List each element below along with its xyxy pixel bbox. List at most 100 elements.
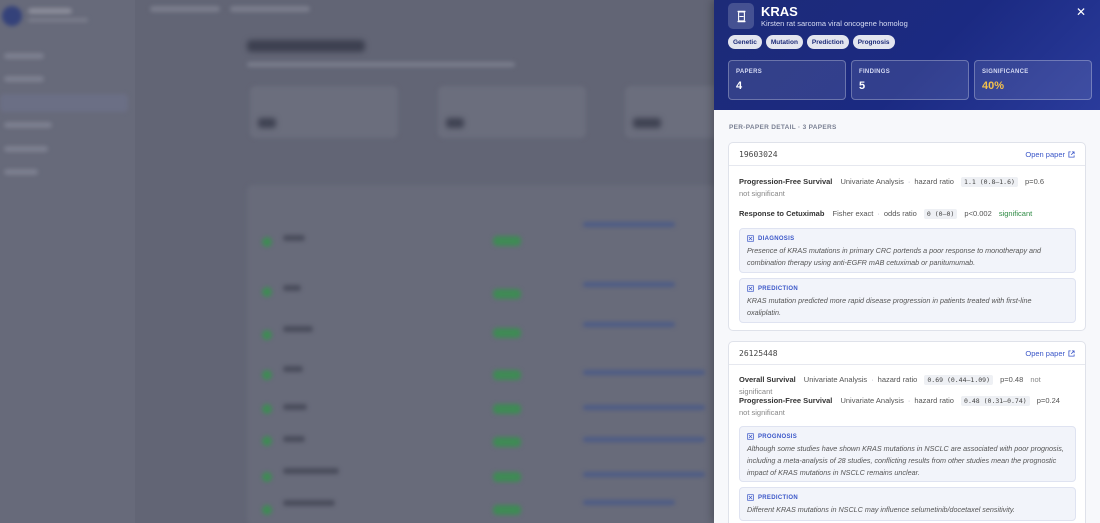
background-row-pill (493, 437, 521, 447)
finding-type: PROGNOSIS (758, 433, 798, 440)
sparkle-icon (747, 494, 754, 501)
background-row-pill (493, 404, 521, 414)
result-outcome: Overall Survival (739, 375, 796, 384)
background-stat-value (633, 118, 661, 128)
background-logo (2, 6, 22, 26)
section-title: PER-PAPER DETAIL · 3 PAPERS (729, 124, 837, 131)
stat-card-significance: SIGNIFICANCE 40% (974, 60, 1092, 100)
result-row: Progression-Free Survival Univariate Ana… (739, 176, 1075, 200)
paper-id: 26125448 (739, 349, 778, 358)
background-nav-item (4, 122, 52, 128)
background-row-pill (493, 289, 521, 299)
background-row-text (283, 500, 335, 506)
close-button[interactable]: ✕ (1074, 5, 1088, 19)
stat-label: PAPERS (736, 69, 763, 75)
result-outcome: Progression-Free Survival (739, 177, 833, 186)
background-app (0, 0, 714, 523)
background-row-text (283, 326, 313, 332)
background-row-dot (262, 330, 272, 340)
result-significance: not significant (739, 408, 785, 417)
background-main (135, 0, 714, 523)
background-nav-item (4, 169, 38, 175)
paper-header: 19603024 Open paper (729, 143, 1085, 166)
stat-value: 4 (736, 80, 743, 92)
background-nav-item (4, 146, 48, 152)
external-link-icon[interactable] (1068, 151, 1075, 158)
gene-detail-panel: KRAS Kirsten rat sarcoma viral oncogene … (714, 0, 1100, 523)
gene-name: Kirsten rat sarcoma viral oncogene homol… (761, 19, 908, 28)
finding-type: PREDICTION (758, 494, 799, 501)
background-row-dot (262, 436, 272, 446)
result-row: Response to Cetuximab Fisher exact · odds … (739, 208, 1075, 220)
background-row-pill (493, 472, 521, 482)
background-row-text (283, 468, 339, 474)
hourglass-icon (728, 3, 754, 29)
background-page-title (247, 40, 365, 52)
background-row-text (283, 285, 301, 291)
result-p-value: p=0.24 (1036, 396, 1060, 405)
result-significance: significant (998, 209, 1033, 218)
background-row-link (583, 370, 705, 375)
result-ci: 1.1 (0.8–1.6) (961, 177, 1018, 187)
panel-header: KRAS Kirsten rat sarcoma viral oncogene … (714, 0, 1100, 110)
stat-label: FINDINGS (859, 69, 891, 75)
finding-text: Presence of KRAS mutations in primary CR… (747, 246, 1042, 267)
finding-card: PREDICTION KRAS mutation predicted more … (739, 278, 1076, 323)
background-row-pill (493, 236, 521, 246)
open-paper-label[interactable]: Open paper (1025, 150, 1065, 159)
paper-id: 19603024 (739, 150, 778, 159)
sparkle-icon (747, 235, 754, 242)
result-method: Univariate Analysis (840, 177, 904, 186)
result-outcome: Progression-Free Survival (739, 396, 833, 405)
background-row-dot (262, 472, 272, 482)
background-row-link (583, 437, 705, 442)
finding-text: Different KRAS mutations in NSCLC may in… (747, 505, 1015, 514)
result-method: Univariate Analysis (840, 396, 904, 405)
tag-prediction: Prediction (806, 35, 849, 49)
finding-type: PREDICTION (758, 285, 799, 292)
background-row-pill (493, 370, 521, 380)
background-stat-card (438, 86, 586, 138)
background-row-pill (493, 328, 521, 338)
background-stat-value (446, 118, 464, 128)
finding-card: PREDICTION Different KRAS mutations in N… (739, 487, 1076, 521)
stat-card-findings: FINDINGS 5 (851, 60, 969, 100)
sparkle-icon (747, 285, 754, 292)
background-nav-item (4, 76, 44, 82)
background-row-link (583, 282, 675, 287)
background-row-text (283, 436, 305, 442)
result-significance: not significant (739, 189, 785, 198)
result-metric: hazard ratio (914, 396, 954, 405)
stat-label: SIGNIFICANCE (982, 69, 1029, 75)
paper-header: 26125448 Open paper (729, 342, 1085, 365)
finding-text: KRAS mutation predicted more rapid disea… (747, 296, 1032, 317)
background-row-dot (262, 237, 272, 247)
separator: · (871, 375, 874, 384)
external-link-icon[interactable] (1068, 350, 1075, 357)
close-icon[interactable]: ✕ (1076, 5, 1086, 19)
background-row-dot (262, 404, 272, 414)
tag-prognosis: Prognosis (852, 35, 895, 49)
open-paper-link[interactable]: Open paper (1025, 349, 1075, 358)
separator: · (907, 396, 911, 405)
background-row-link (583, 472, 705, 477)
result-metric: hazard ratio (914, 177, 954, 186)
result-ci: 0.69 (0.44–1.09) (924, 375, 993, 385)
background-breadcrumb (230, 6, 310, 12)
result-outcome: Response to Cetuximab (739, 209, 825, 218)
background-stat-card (250, 86, 398, 138)
background-stat-value (258, 118, 276, 128)
finding-card: DIAGNOSIS Presence of KRAS mutations in … (739, 228, 1076, 273)
result-ci: 0 (0–0) (923, 209, 958, 219)
background-row-text (283, 404, 307, 410)
open-paper-link[interactable]: Open paper (1025, 150, 1075, 159)
background-row-dot (262, 287, 272, 297)
stat-card-papers: PAPERS 4 (728, 60, 846, 100)
background-nav-item (4, 53, 44, 59)
open-paper-label[interactable]: Open paper (1025, 349, 1065, 358)
stat-value: 5 (859, 80, 866, 92)
background-row-text (283, 235, 305, 241)
background-nav-item-active (0, 94, 128, 112)
background-page-subtitle (247, 62, 515, 67)
background-row-link (583, 405, 705, 410)
